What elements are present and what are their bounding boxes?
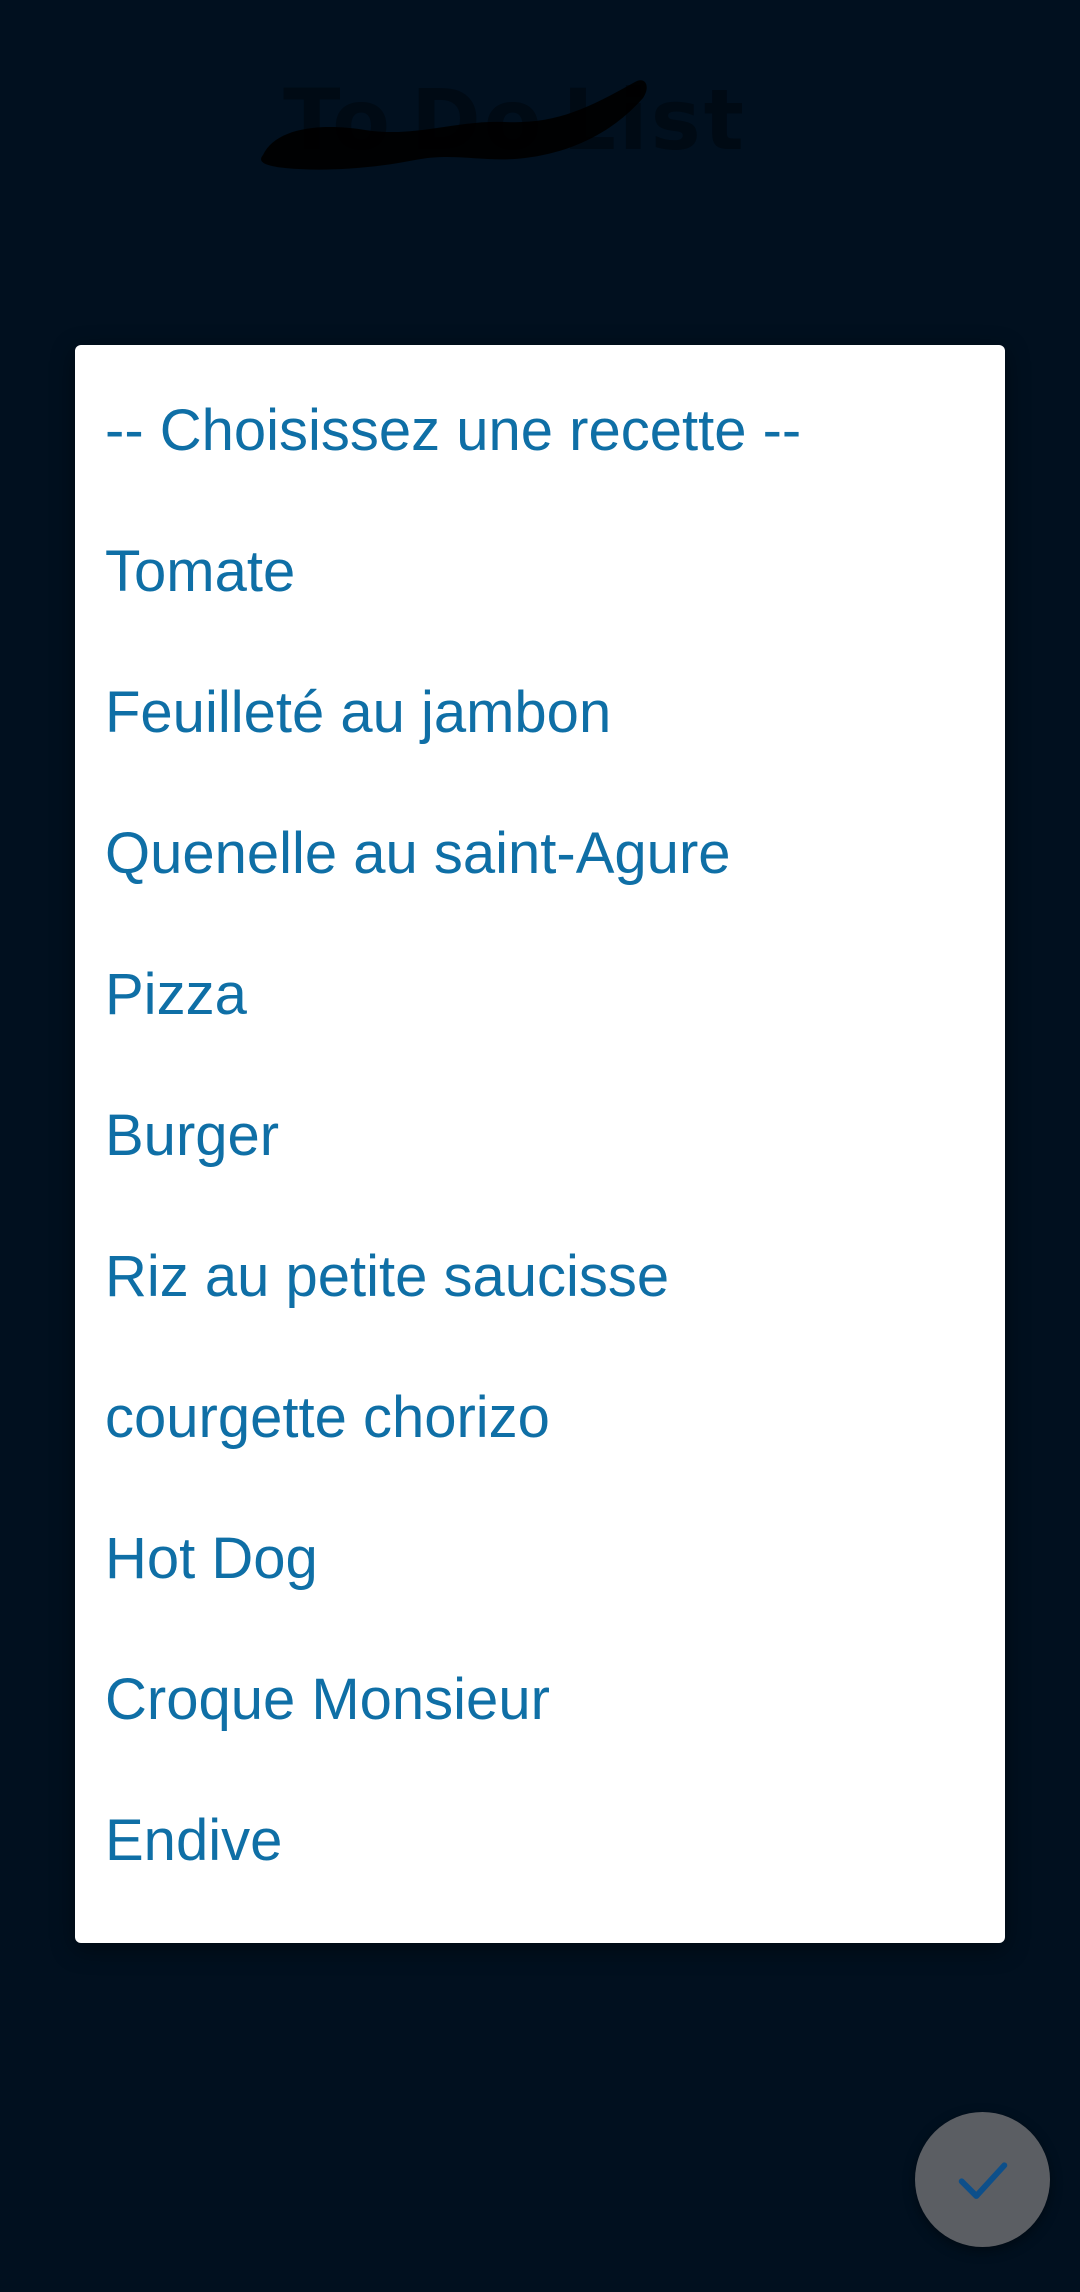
- option-pizza[interactable]: Pizza: [75, 924, 1005, 1065]
- option-hot-dog[interactable]: Hot Dog: [75, 1488, 1005, 1629]
- check-icon: [958, 2161, 1007, 2199]
- option-list: -- Choisissez une recette -- Tomate Feui…: [75, 345, 1005, 1911]
- option-tomate[interactable]: Tomate: [75, 501, 1005, 642]
- recipe-select-dialog: -- Choisissez une recette -- Tomate Feui…: [75, 345, 1005, 1943]
- option-riz-au-petite-saucisse[interactable]: Riz au petite saucisse: [75, 1206, 1005, 1347]
- confirm-fab-button[interactable]: [915, 2112, 1050, 2247]
- app-logo: To Do List: [255, 60, 775, 180]
- option-quenelle-au-saint-agure[interactable]: Quenelle au saint-Agure: [75, 783, 1005, 924]
- option-placeholder[interactable]: -- Choisissez une recette --: [75, 360, 1005, 501]
- option-endive[interactable]: Endive: [75, 1770, 1005, 1911]
- option-burger[interactable]: Burger: [75, 1065, 1005, 1206]
- option-croque-monsieur[interactable]: Croque Monsieur: [75, 1629, 1005, 1770]
- screen: To Do List -- Choisissez une recette -- …: [0, 0, 1080, 2292]
- logo-brush-stroke: [261, 80, 647, 170]
- option-feuillete-au-jambon[interactable]: Feuilleté au jambon: [75, 642, 1005, 783]
- option-courgette-chorizo[interactable]: courgette chorizo: [75, 1347, 1005, 1488]
